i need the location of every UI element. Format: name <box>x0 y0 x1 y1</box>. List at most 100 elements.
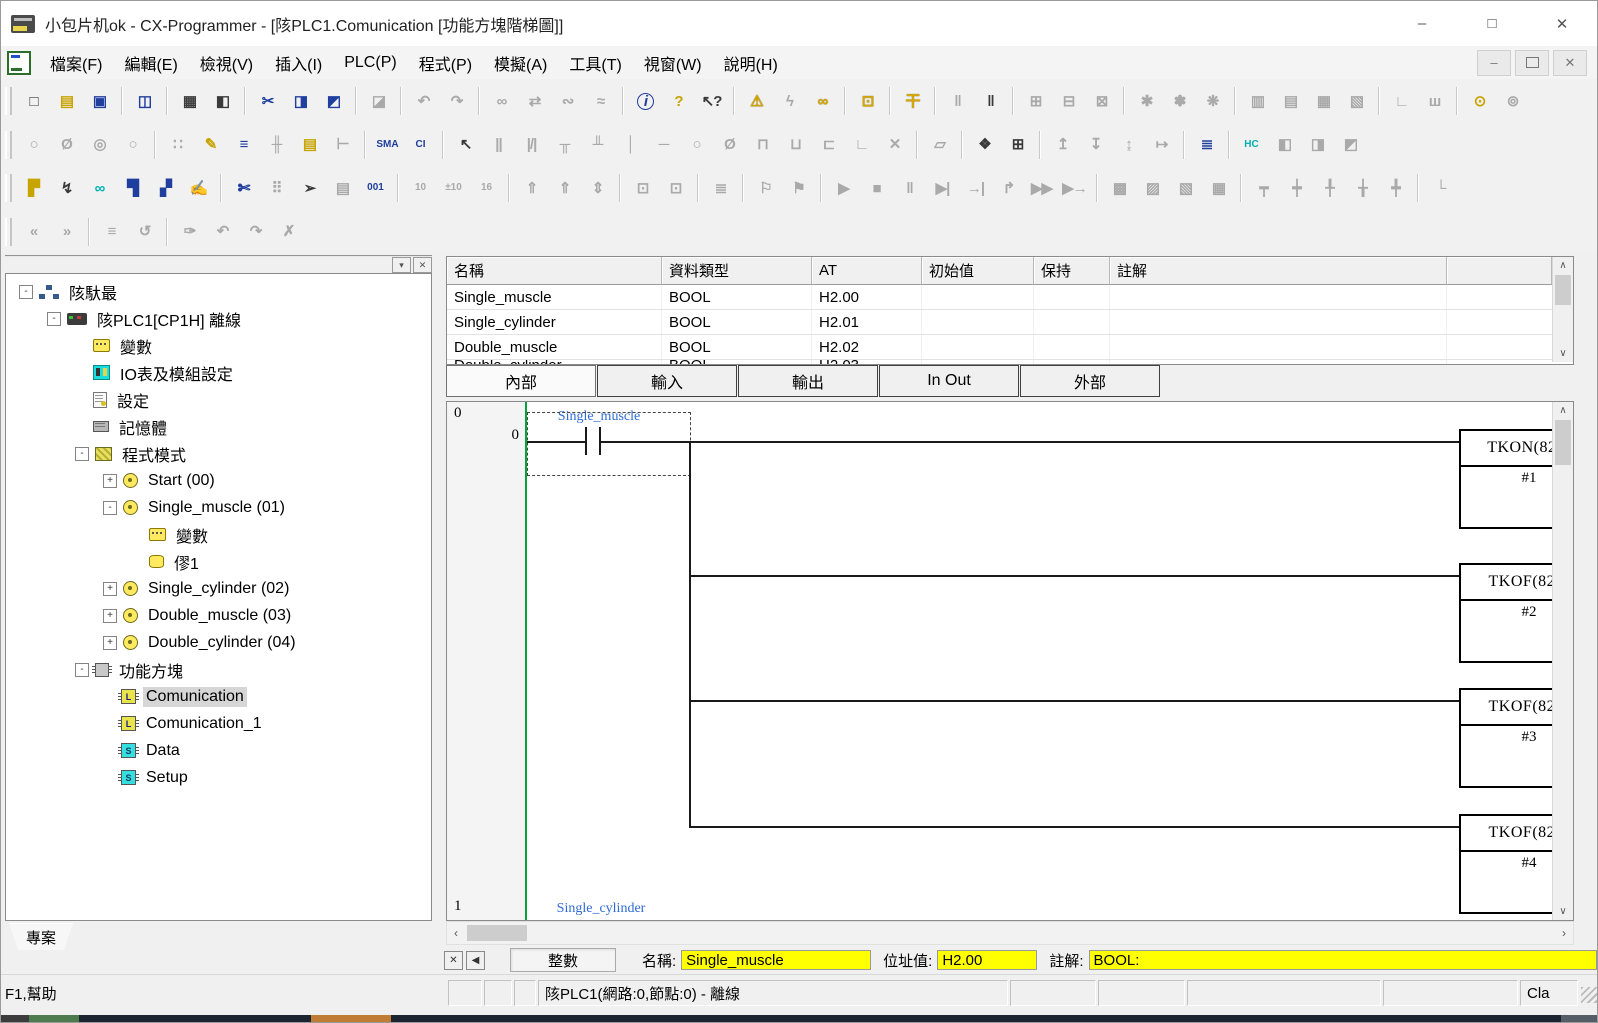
collapse-icon[interactable]: - <box>75 447 89 461</box>
expand-icon[interactable]: + <box>103 474 117 488</box>
minimize-button[interactable]: – <box>1387 1 1457 46</box>
time-chart-monitor-button[interactable]: ш <box>1419 87 1450 115</box>
timing-chart-3-button[interactable]: ╀ <box>1314 174 1345 202</box>
toolbar-grip[interactable] <box>5 131 12 159</box>
zoom-fit-button[interactable]: ○ <box>117 131 148 159</box>
compile-program-button[interactable]: ⚠ <box>741 87 772 115</box>
hex-display-button[interactable]: 16 <box>471 174 502 202</box>
tree-item-data[interactable]: SData <box>6 737 431 764</box>
zoom-tool-button[interactable]: Ø <box>51 131 82 159</box>
output-window-button[interactable]: ↯ <box>51 174 82 202</box>
collapse-icon[interactable]: - <box>19 285 33 299</box>
save-button[interactable]: ▣ <box>84 87 115 115</box>
ladder-monitor-view-button[interactable]: ╫ <box>261 131 292 159</box>
ladder-diagram[interactable]: 0 0 Single_muscle TKON(820)#1TKOF(821)#2… <box>446 401 1574 921</box>
menu-t[interactable]: 工具(T) <box>558 46 632 79</box>
column-header-資料類型[interactable]: 資料類型 <box>662 257 812 285</box>
project-tab[interactable]: 專案 <box>9 923 73 950</box>
tab-輸出[interactable]: 輸出 <box>738 365 878 397</box>
table-scrollbar[interactable]: ∧ ∨ <box>1552 257 1573 362</box>
simulation-pause-button[interactable]: ‖ <box>894 174 925 202</box>
tree-item-setup[interactable]: SSetup <box>6 764 431 791</box>
plc-monitor-1-button[interactable]: ▩ <box>1104 174 1135 202</box>
new-or-closed-contact-button[interactable]: ╨ <box>582 131 613 159</box>
tree-item-double-muscle-03-[interactable]: +Double_muscle (03) <box>6 602 431 629</box>
new-contact-button[interactable]: || <box>483 131 514 159</box>
column-header-名稱[interactable]: 名稱 <box>447 257 662 285</box>
step-in-button[interactable]: →| <box>960 174 991 202</box>
toolbar-grip[interactable] <box>5 87 12 115</box>
window-apply-button[interactable]: ◩ <box>1335 131 1366 159</box>
compare-with-plc-button[interactable]: ⊠ <box>1086 87 1117 115</box>
menu-w[interactable]: 視窗(W) <box>633 46 713 79</box>
scroll-down-icon[interactable]: ∨ <box>1553 903 1573 920</box>
column-header-blank[interactable] <box>1447 257 1552 285</box>
table-row[interactable]: Single_muscleBOOLH2.00 <box>447 285 1573 310</box>
collapse-icon[interactable]: - <box>103 501 117 515</box>
ladder-h-scrollbar[interactable]: ‹ › <box>446 921 1574 945</box>
address-field[interactable]: H2.00 <box>937 950 1037 970</box>
return-jump-button[interactable]: └ <box>1425 174 1456 202</box>
column-header-保持[interactable]: 保持 <box>1034 257 1110 285</box>
differential-monitor-button[interactable]: ∟ <box>1386 87 1417 115</box>
new-closed-coil-button[interactable]: Ø <box>714 131 745 159</box>
window-close-button[interactable]: ◨ <box>1302 131 1333 159</box>
copy-button[interactable]: ◨ <box>285 87 316 115</box>
pause-monitor-button[interactable]: ‖ <box>942 87 973 115</box>
tree-item-single-cylinder-02-[interactable]: +Single_cylinder (02) <box>6 575 431 602</box>
maximize-button[interactable]: □ <box>1457 1 1527 46</box>
tree-item-comunication[interactable]: LComunication <box>6 683 431 710</box>
section-view-button[interactable]: ▤ <box>294 131 325 159</box>
tree-item--plc1-cp1h-[interactable]: -陔PLC1[CP1H] 離線 <box>6 305 431 332</box>
set-off-button[interactable]: ⇑ <box>549 174 580 202</box>
timing-chart-4-button[interactable]: ╁ <box>1347 174 1378 202</box>
view-program-list-button[interactable]: ≣ <box>705 174 736 202</box>
menu-a[interactable]: 模擬(A) <box>483 46 558 79</box>
toolbar-grip[interactable] <box>5 174 12 202</box>
monitor-window-2-button[interactable]: ▤ <box>1275 87 1306 115</box>
address-reference-window-button[interactable]: ▞ <box>150 174 181 202</box>
panel-close-button[interactable]: ✕ <box>413 257 432 273</box>
step-run-button[interactable]: ▶| <box>927 174 958 202</box>
tree-item-single-muscle-01-[interactable]: -Single_muscle (01) <box>6 494 431 521</box>
monitor-window-4-button[interactable]: ▧ <box>1341 87 1372 115</box>
scroll-down-icon[interactable]: ∨ <box>1553 345 1573 362</box>
column-header-註解[interactable]: 註解 <box>1110 257 1447 285</box>
change-all-button[interactable]: ∾ <box>552 87 583 115</box>
ladder-scrollbar[interactable]: ∧ ∨ <box>1552 402 1573 920</box>
context-help-button[interactable]: ↖? <box>696 87 727 115</box>
tree-item--[interactable]: 記憶體 <box>6 413 431 440</box>
pause-button[interactable]: ‖ <box>975 87 1006 115</box>
display-mode-box[interactable]: 整數 <box>510 948 616 972</box>
clear-pause-points-button[interactable]: ⚑ <box>783 174 814 202</box>
toggle-watch-button[interactable]: ↨ <box>1113 131 1144 159</box>
add-to-watch-button[interactable]: ↥ <box>1047 131 1078 159</box>
indent-rung-button[interactable]: » <box>51 218 82 246</box>
menu-e[interactable]: 編輯(E) <box>113 46 188 79</box>
marker-redo-button[interactable]: ↷ <box>240 218 271 246</box>
marker-undo-button[interactable]: ↶ <box>207 218 238 246</box>
tree-item--[interactable]: -程式模式 <box>6 440 431 467</box>
hex-monitor-button[interactable]: HC <box>1236 131 1267 159</box>
properties-button[interactable]: i <box>630 87 661 115</box>
redo-button[interactable]: ↷ <box>441 87 472 115</box>
tree-item--[interactable]: 設定 <box>6 386 431 413</box>
work-online-button[interactable]: ⊡ <box>852 87 883 115</box>
plc-monitor-4-button[interactable]: ▦ <box>1203 174 1234 202</box>
mdi-close-button[interactable]: ✕ <box>1553 50 1587 76</box>
new-closed-contact-button[interactable]: |/| <box>516 131 547 159</box>
timing-chart-5-button[interactable]: ╇ <box>1380 174 1411 202</box>
editbar-back-button[interactable]: ◀ <box>466 951 485 970</box>
simulation-stop-button[interactable]: ■ <box>861 174 892 202</box>
plc-monitor-2-button[interactable]: ▨ <box>1137 174 1168 202</box>
mdi-restore-button[interactable] <box>1515 50 1549 76</box>
connect-line-button[interactable]: ∟ <box>846 131 877 159</box>
go-to-rung-button[interactable]: ▱ <box>924 131 955 159</box>
paste-button[interactable]: ◩ <box>318 87 349 115</box>
simulation-run-button[interactable]: ▶ <box>828 174 859 202</box>
paste-rung-button[interactable]: ◪ <box>363 87 394 115</box>
align-list-button[interactable]: ≡ <box>96 218 127 246</box>
menu-h[interactable]: 說明(H) <box>713 46 789 79</box>
menu-plcp[interactable]: PLC(P) <box>333 46 407 79</box>
tree-item--[interactable]: -功能方塊 <box>6 656 431 683</box>
